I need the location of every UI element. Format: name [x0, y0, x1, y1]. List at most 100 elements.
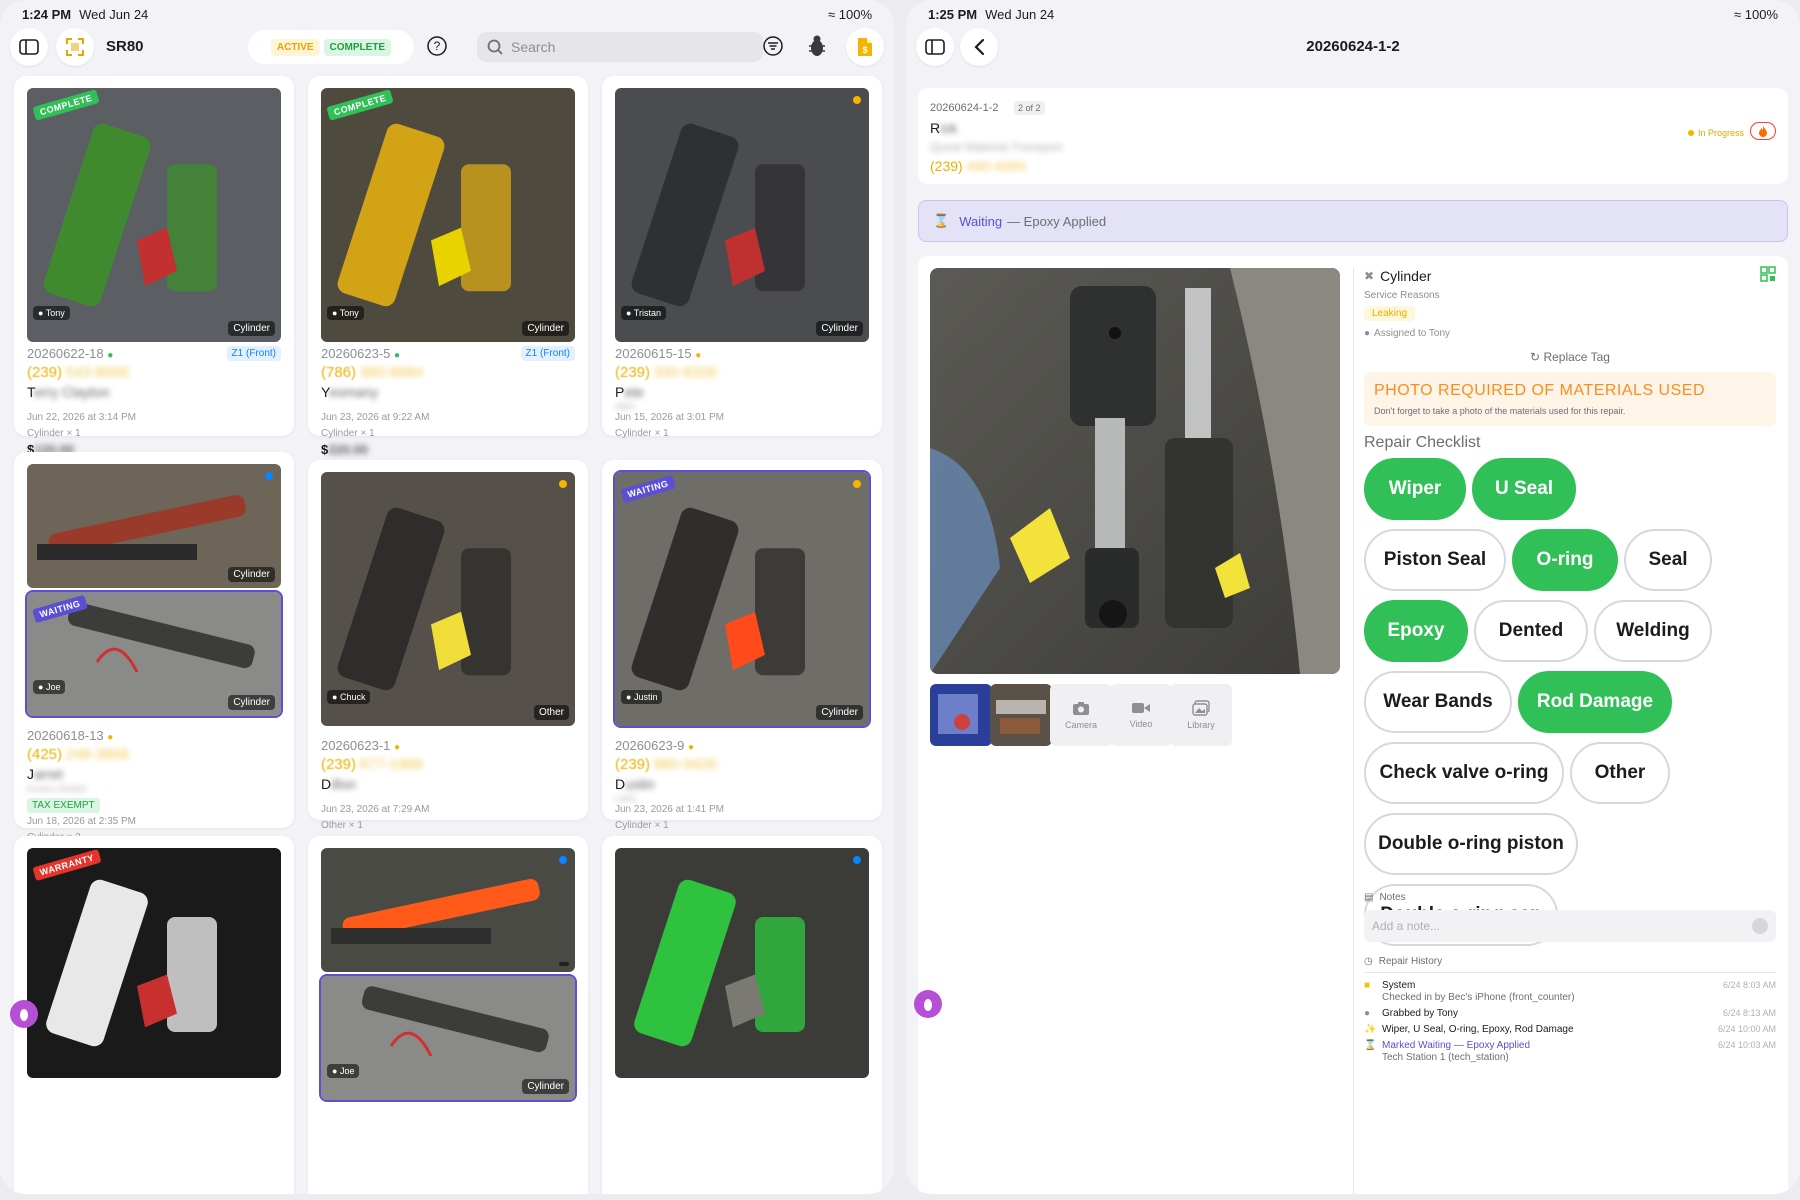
status-date: Wed Jun 24	[79, 7, 149, 22]
ticket-card[interactable]: WARRANTY	[14, 836, 294, 1194]
search-placeholder: Search	[511, 39, 556, 55]
debug-bug-icon[interactable]	[914, 990, 942, 1018]
status-dot: ●	[107, 732, 114, 743]
ticket-id: 20260615-15 ●	[615, 346, 702, 361]
ticket-card[interactable]: COMPLETE ● Tony Cylinder 20260623-5 ● Z1 (…	[308, 76, 588, 457]
priority-flame-icon[interactable]	[1750, 122, 1776, 140]
ticket-id: 20260623-9 ●	[615, 738, 695, 753]
toolbar: SR80 ACTIVE COMPLETE ? Search $	[10, 28, 884, 66]
part-detail-card: Camera Video Library ✖ Cylinder Service …	[918, 256, 1788, 1194]
ticket-card[interactable]: WAITING ● Justin Cylinder 20260623-9 ● (23…	[602, 460, 882, 831]
customer-name: Dustin	[615, 776, 655, 792]
phone-link[interactable]: (239) 677-1966	[321, 756, 423, 773]
note-input[interactable]: Add a note...	[1364, 910, 1776, 942]
main-part-photo[interactable]	[930, 268, 1340, 674]
checklist-item[interactable]: Wiper	[1364, 458, 1466, 520]
help-icon[interactable]: ?	[426, 35, 448, 62]
battery-indicator: ≈ 100%	[1734, 7, 1778, 22]
checklist-item[interactable]: O-ring	[1512, 529, 1618, 591]
history-divider	[1364, 972, 1776, 973]
phone-link[interactable]: (425) 248-3856	[27, 746, 129, 763]
ticket-photo[interactable]: COMPLETE ● Tony Cylinder	[27, 88, 281, 342]
wifi-icon: ≈	[828, 7, 839, 22]
replace-tag-button[interactable]: ↻ Replace Tag	[1364, 350, 1776, 364]
phone-link[interactable]: (239) 440-4300	[930, 158, 1026, 174]
column-divider	[1353, 268, 1354, 1194]
part-photo-image	[27, 88, 281, 342]
phone-link[interactable]: (786) 380-8984	[321, 364, 423, 381]
assignee: ● Assigned to Tony	[1364, 328, 1451, 339]
ticket-card[interactable]	[602, 836, 882, 1194]
ticket-photo[interactable]: ● Chuck Other	[321, 472, 575, 726]
debug-bug-icon[interactable]	[10, 1000, 38, 1028]
ticket-photo[interactable]: WAITING ● Joe Cylinder	[25, 590, 283, 718]
ticket-photo[interactable]: Cylinder	[27, 464, 281, 588]
ticket-photo[interactable]: WARRANTY	[27, 848, 281, 1078]
ticket-id: 20260623-1 ●	[321, 738, 401, 753]
ticket-card[interactable]: ● Tristan Cylinder 20260615-15 ● (239) 340…	[602, 76, 882, 439]
person-icon: ●	[1364, 328, 1371, 339]
ticket-photo[interactable]: ● Joe Cylinder	[319, 974, 577, 1102]
unread-dot	[559, 856, 567, 864]
customer-company: Evans Mobile	[27, 784, 88, 795]
phone-link[interactable]: (239) 543-8000	[27, 364, 129, 381]
checklist-item[interactable]: Dented	[1474, 600, 1588, 662]
phone-link[interactable]: (239) 980-9426	[615, 756, 717, 773]
part-photo-image	[615, 88, 869, 342]
checklist-item[interactable]: Welding	[1594, 600, 1712, 662]
part-photo-image	[321, 848, 575, 972]
video-button[interactable]: Video	[1110, 684, 1172, 746]
ticket-list-pane: 1:24 PM Wed Jun 24 ≈ 100% SR80 ACTIVE COM…	[0, 0, 894, 1194]
ticket-photo[interactable]: ● Tristan Cylinder	[615, 88, 869, 342]
customer-info-card[interactable]: 20260624-1-2 2 of 2 Rick Quest Material …	[918, 88, 1788, 184]
checklist-item[interactable]: Double o-ring piston	[1364, 813, 1578, 875]
checklist-item[interactable]: Wear Bands	[1364, 671, 1512, 733]
sidebar-toggle-icon[interactable]	[10, 28, 48, 66]
filter-list-icon[interactable]	[762, 35, 784, 62]
camera-button[interactable]: Camera	[1050, 684, 1112, 746]
company-name: Quest Material Transport	[930, 140, 1063, 154]
library-button[interactable]: Library	[1170, 684, 1232, 746]
checklist-item[interactable]: Other	[1570, 742, 1670, 804]
ticket-card[interactable]: COMPLETE ● Tony Cylinder 20260622-18 ● Z1 …	[14, 76, 294, 457]
filter-active-button[interactable]: ACTIVE	[270, 38, 320, 56]
ticket-card[interactable]: ● Chuck Other 20260623-1 ● (239) 677-1966 D…	[308, 460, 588, 831]
alert-title: PHOTO REQUIRED OF MATERIALS USED	[1374, 382, 1706, 399]
customer-name: Dillon	[321, 776, 357, 792]
part-photo-image	[615, 848, 869, 1078]
customer-name: Terry Clayton	[27, 384, 110, 400]
checklist-item[interactable]: Piston Seal	[1364, 529, 1506, 591]
checklist-item[interactable]: Check valve o-ring	[1364, 742, 1564, 804]
photo-thumbnail[interactable]	[930, 684, 992, 746]
bug-report-icon[interactable]	[806, 34, 828, 63]
filter-complete-button[interactable]: COMPLETE	[323, 38, 392, 56]
qr-code-icon[interactable]	[1760, 266, 1776, 287]
category-label: Cylinder	[522, 1079, 569, 1094]
ticket-photo[interactable]	[321, 848, 575, 972]
assignee-chip: ● Chuck	[327, 690, 371, 704]
ticket-photo[interactable]	[615, 848, 869, 1078]
search-input[interactable]: Search	[477, 32, 763, 62]
send-arrow-icon[interactable]	[1752, 918, 1768, 934]
assignee-chip: ● Tony	[33, 306, 70, 320]
ticket-card[interactable]: ● Joe Cylinder	[308, 836, 588, 1194]
checklist-item[interactable]: Rod Damage	[1518, 671, 1672, 733]
new-ticket-icon[interactable]: $	[846, 28, 884, 66]
waiting-banner[interactable]: ⌛ Waiting — Epoxy Applied	[918, 200, 1788, 242]
assignee-chip: ● Tristan	[621, 306, 666, 320]
hourglass-icon: ⌛	[933, 213, 950, 228]
status-dot: ●	[695, 350, 702, 361]
scan-icon[interactable]	[56, 28, 94, 66]
item-count: Cylinder × 1	[27, 428, 81, 439]
ticket-photo[interactable]: COMPLETE ● Tony Cylinder	[321, 88, 575, 342]
history-time: 6/24 8:13 AM	[1722, 1008, 1776, 1018]
checklist-item[interactable]: U Seal	[1472, 458, 1576, 520]
ticket-id: 20260624-1-2	[930, 102, 999, 114]
ticket-photo[interactable]: WAITING ● Justin Cylinder	[613, 470, 871, 728]
checklist-item[interactable]: Epoxy	[1364, 600, 1468, 662]
phone-link[interactable]: (239) 340-8326	[615, 364, 717, 381]
checklist-item[interactable]: Seal	[1624, 529, 1712, 591]
photo-thumbnail[interactable]	[990, 684, 1052, 746]
search-icon	[487, 39, 503, 55]
ticket-card[interactable]: Cylinder WAITING ● Joe Cylinder 20260618-…	[14, 452, 294, 843]
